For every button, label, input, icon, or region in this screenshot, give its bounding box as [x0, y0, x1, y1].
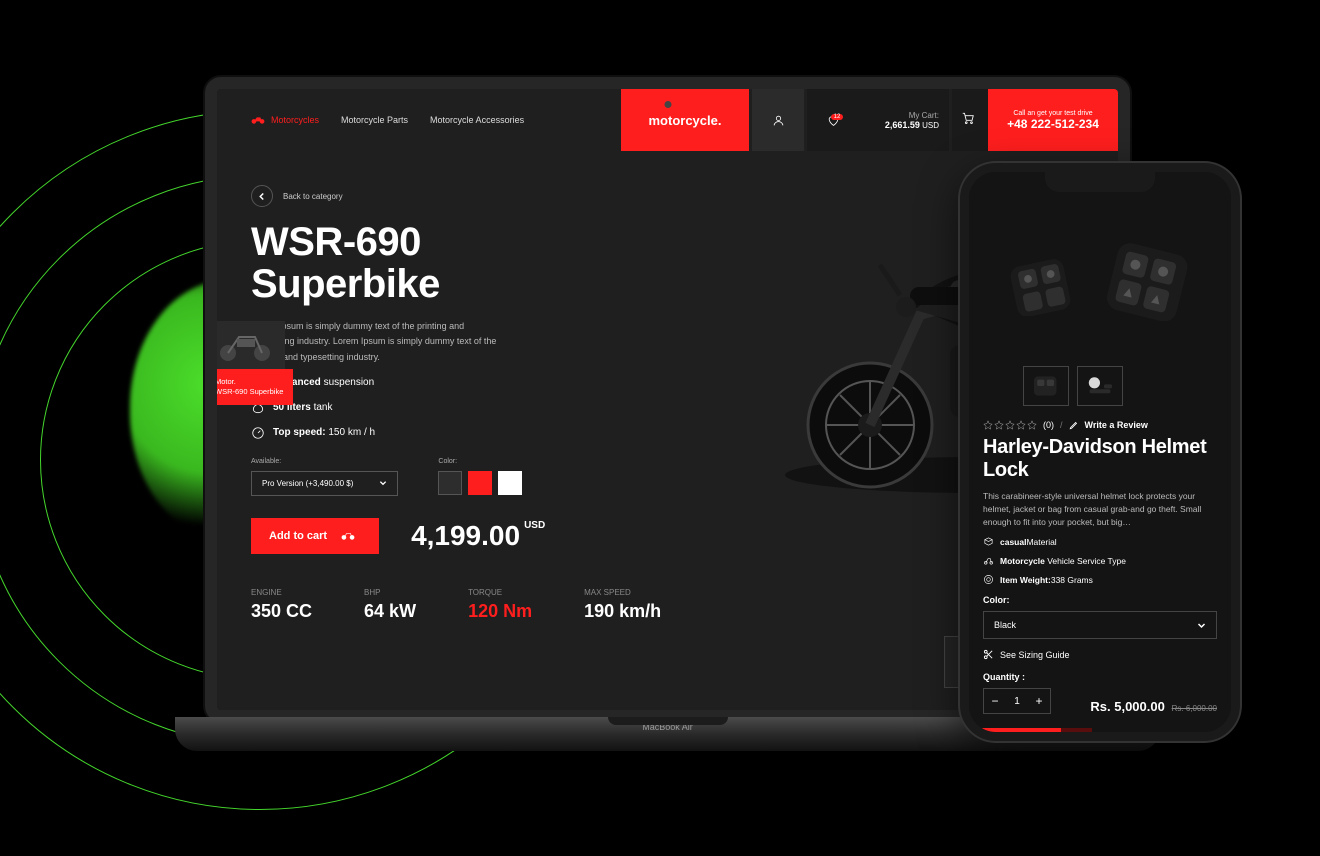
qty-increase-button[interactable]: +: [1028, 689, 1050, 713]
user-icon: [772, 114, 785, 127]
mobile-thumb-2[interactable]: [1077, 366, 1123, 406]
mobile-feature-material: casualMaterial: [983, 536, 1217, 547]
quantity-stepper: − 1 +: [983, 688, 1051, 714]
mobile-color-select[interactable]: Black: [983, 611, 1217, 639]
product-price: 4,199.00USD: [411, 520, 545, 552]
color-swatch-dark[interactable]: [438, 471, 462, 495]
motorcycle-icon: [251, 115, 265, 125]
cart-icon: [961, 111, 975, 125]
spec-maxspeed: MAX SPEED 190 km/h: [584, 588, 661, 622]
material-icon: [983, 536, 994, 547]
mobile-color-label: Color:: [983, 595, 1217, 605]
quantity-label: Quantity :: [983, 672, 1051, 682]
phone-notch: [1045, 172, 1155, 192]
qty-decrease-button[interactable]: −: [984, 689, 1006, 713]
spec-bhp: BHP 64 kW: [364, 588, 416, 622]
motorcycle-thumb-icon: [215, 327, 275, 363]
mobile-thumb-1[interactable]: [1023, 366, 1069, 406]
color-swatch-white[interactable]: [498, 471, 522, 495]
nav-accessories[interactable]: Motorcycle Accessories: [430, 115, 524, 125]
write-review-link[interactable]: Write a Review: [1085, 420, 1148, 430]
rating-stars: [983, 420, 1037, 430]
wishlist-button[interactable]: 12: [807, 89, 859, 151]
logo[interactable]: motorcycle.: [621, 89, 749, 151]
spec-torque: TORQUE 120 Nm: [468, 588, 532, 622]
star-icon: [994, 420, 1004, 430]
star-icon: [1027, 420, 1037, 430]
version-select[interactable]: Pro Version (+3,490.00 $): [251, 471, 398, 496]
account-button[interactable]: [752, 89, 804, 151]
laptop-camera: [664, 101, 671, 108]
pencil-icon: [1069, 420, 1079, 430]
mobile-hero-image: [983, 198, 1217, 356]
cta-label: Call an get your test drive: [1013, 110, 1092, 117]
chevron-down-icon: [1197, 621, 1206, 630]
sizing-guide-link[interactable]: See Sizing Guide: [983, 649, 1217, 660]
app-header: Motorcycles Motorcycle Parts Motorcycle …: [217, 89, 1118, 151]
motorcycle-icon: [341, 531, 355, 541]
cart-currency: USD: [922, 121, 939, 130]
version-value: Pro Version (+3,490.00 $): [262, 479, 353, 488]
product-description: Lorem Ipsum is simply dummy text of the …: [251, 319, 501, 365]
wishlist-badge: 12: [831, 114, 844, 120]
progress-bar: [969, 728, 1061, 732]
cta-phone-button[interactable]: Call an get your test drive +48 222-512-…: [988, 89, 1118, 151]
mobile-color-value: Black: [994, 620, 1016, 630]
back-button[interactable]: [251, 185, 273, 207]
chevron-down-icon: [379, 479, 387, 487]
weight-icon: [983, 574, 994, 585]
add-to-cart-button[interactable]: Add to cart: [251, 518, 379, 554]
side-thumbnail[interactable]: [205, 321, 285, 369]
mobile-product-title: Harley-Davidson Helmet Lock: [983, 436, 1217, 482]
progress-bar-track: [1061, 728, 1092, 732]
mobile-feature-vehicle: Motorcycle Vehicle Service Type: [983, 555, 1217, 566]
star-icon: [983, 420, 993, 430]
cart-amount: 2,661.59: [885, 120, 920, 130]
scissors-icon: [983, 649, 994, 660]
mobile-price: Rs. 5,000.00: [1090, 699, 1164, 714]
cart-label: My Cart:: [909, 111, 939, 120]
nav-parts[interactable]: Motorcycle Parts: [341, 115, 408, 125]
back-label: Back to category: [283, 192, 343, 201]
color-swatch-red[interactable]: [468, 471, 492, 495]
arrow-left-icon: [258, 192, 267, 201]
available-label: Available:: [251, 458, 398, 465]
mobile-app: (0) / Write a Review Harley-Davidson Hel…: [969, 172, 1231, 732]
breadcrumb: Motor. WSR-690 Superbike: [205, 369, 293, 405]
nav-motorcycles[interactable]: Motorcycles: [251, 115, 319, 126]
star-icon: [1005, 420, 1015, 430]
cta-phone: +48 222-512-234: [1007, 117, 1099, 131]
mobile-product-description: This carabineer-style universal helmet l…: [983, 490, 1217, 528]
mobile-feature-weight: Item Weight:338 Grams: [983, 574, 1217, 585]
cart-summary[interactable]: My Cart: 2,661.59 USD: [859, 89, 949, 151]
qty-value: 1: [1006, 696, 1028, 707]
star-icon: [1016, 420, 1026, 430]
spec-engine: ENGINE 350 CC: [251, 588, 312, 622]
mobile-old-price: Rs. 6,000.00: [1172, 704, 1217, 713]
review-count: (0): [1043, 420, 1054, 430]
vehicle-icon: [983, 555, 994, 566]
speedometer-icon: [251, 426, 265, 440]
phone-frame: (0) / Write a Review Harley-Davidson Hel…: [960, 163, 1240, 741]
color-label: Color:: [438, 458, 522, 465]
